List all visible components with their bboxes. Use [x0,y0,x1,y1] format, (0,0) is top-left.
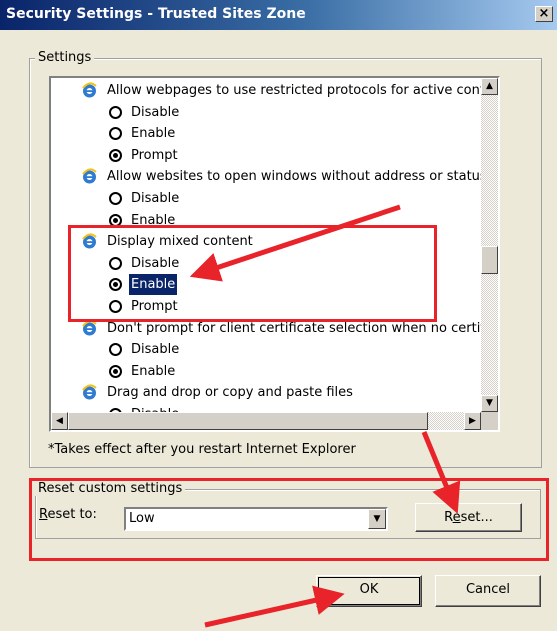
setting-option-label[interactable]: Disable [131,404,179,412]
setting-option[interactable]: Disable [51,404,481,412]
arrow-to-ok [204,585,345,628]
reset-to-selected-value: Low [129,511,155,526]
reset-to-select[interactable]: Low ▼ [124,507,388,531]
radio-unchecked[interactable] [109,105,122,119]
setting-option[interactable]: Disable [51,253,481,274]
setting-option-label[interactable]: Enable [131,210,175,231]
title-bar: Security Settings - Trusted Sites Zone × [0,0,557,30]
setting-option-label[interactable]: Enable [131,361,175,382]
settings-group-legend: Settings [35,50,95,65]
setting-header-label: Don't prompt for client certificate sele… [107,320,481,336]
setting-header-label: Allow websites to open windows without a… [107,169,481,185]
setting-option[interactable]: Enable [51,210,481,231]
ie-icon [81,82,98,99]
setting-header: Allow webpages to use restricted protoco… [51,80,481,101]
setting-option[interactable]: Disable [51,102,481,123]
setting-option-label[interactable]: Disable [131,102,179,123]
setting-header: Allow websites to open windows without a… [51,166,481,187]
cancel-button[interactable]: Cancel [435,575,541,607]
settings-list[interactable]: Allow webpages to use restricted protoco… [49,76,500,432]
vertical-scroll-thumb[interactable] [481,246,498,274]
setting-header: Drag and drop or copy and paste files [51,382,481,403]
scroll-left-button[interactable]: ◀ [51,412,68,430]
scroll-right-button[interactable]: ▶ [464,412,481,430]
setting-option-label[interactable]: Enable [127,273,179,297]
setting-option[interactable]: Prompt [51,145,481,166]
ie-icon [81,384,98,401]
setting-header: Display mixed content [51,231,481,252]
vertical-scrollbar[interactable]: ▲ ▼ [481,78,498,412]
setting-option-label[interactable]: Disable [131,339,179,360]
setting-option-label[interactable]: Disable [131,253,179,274]
setting-header: Don't prompt for client certificate sele… [51,318,481,339]
security-settings-dialog: Security Settings - Trusted Sites Zone ×… [0,0,557,631]
setting-header-label: Allow webpages to use restricted protoco… [107,83,481,98]
reset-group-legend: Reset custom settings [35,481,186,496]
setting-option[interactable]: Enable [51,273,481,297]
radio-unchecked[interactable] [109,343,122,357]
setting-option-label[interactable]: Prompt [131,296,178,317]
settings-list-content: Allow webpages to use restricted protoco… [51,78,481,412]
scroll-up-button[interactable]: ▲ [481,78,498,95]
ie-icon [81,168,98,185]
radio-unchecked[interactable] [109,300,122,313]
radio-unchecked[interactable] [109,192,122,205]
setting-header-label: Drag and drop or copy and paste files [107,385,353,401]
window-title: Security Settings - Trusted Sites Zone [6,6,306,22]
setting-header-label: Display mixed content [107,234,253,250]
radio-unchecked[interactable] [109,256,122,270]
ok-button[interactable]: OK [316,575,422,607]
radio-checked[interactable] [109,278,122,292]
horizontal-scrollbar[interactable]: ◀ ▶ [51,412,481,430]
ie-icon [81,233,98,250]
setting-option-label[interactable]: Disable [131,188,179,209]
scrollbar-corner [481,412,498,430]
reset-button[interactable]: Reset... [415,503,522,532]
reset-button-label: Reset... [444,510,493,525]
radio-checked[interactable] [109,213,122,227]
close-button[interactable]: × [535,6,553,22]
restart-note: *Takes effect after you restart Internet… [48,442,356,457]
setting-option-label[interactable]: Prompt [131,145,178,166]
reset-to-label-text: eset to: [47,507,97,522]
setting-option[interactable]: Disable [51,339,481,360]
horizontal-scroll-thumb[interactable] [68,412,428,430]
radio-checked[interactable] [109,364,122,378]
setting-option[interactable]: Enable [51,361,481,382]
cancel-button-label: Cancel [465,582,511,597]
radio-unchecked[interactable] [109,127,122,141]
ie-icon [81,320,98,337]
radio-checked[interactable] [109,148,122,162]
setting-option[interactable]: Disable [51,188,481,209]
ok-button-label: OK [359,582,379,597]
setting-option[interactable]: Enable [51,123,481,144]
setting-option-label[interactable]: Enable [131,123,175,144]
scroll-down-button[interactable]: ▼ [481,395,498,412]
reset-to-label: Reset to: [39,507,97,522]
dropdown-arrow-icon[interactable]: ▼ [368,509,386,529]
setting-option[interactable]: Prompt [51,296,481,317]
